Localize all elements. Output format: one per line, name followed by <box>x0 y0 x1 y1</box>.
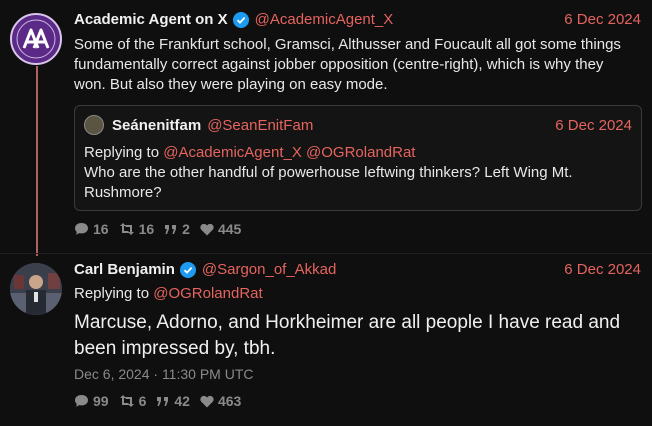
comment-icon <box>75 223 88 235</box>
quote-text-line: Rushmore? <box>84 184 162 201</box>
retweet-icon <box>119 395 134 407</box>
tweet-content: Marcuse, Adorno, and Horkheimer are all … <box>74 310 644 362</box>
tweet-text-line: won. But also they were playing on easy … <box>74 76 388 93</box>
like-stat[interactable]: 445 <box>200 221 241 237</box>
tweet-text-line: Marcuse, Adorno, and Horkheimer are all … <box>74 312 621 333</box>
comment-icon <box>75 395 88 407</box>
quote-header: Seánenitfam @SeanEnitFam <box>84 115 313 135</box>
quoted-tweet[interactable]: Seánenitfam @SeanEnitFam 6 Dec 2024 Repl… <box>74 105 642 211</box>
retweet-stat[interactable]: 6 <box>119 393 147 409</box>
tweet-divider <box>0 253 652 254</box>
reply-count: 16 <box>93 221 109 237</box>
quote-text-line: Who are the other handful of powerhouse … <box>84 164 573 181</box>
retweet-icon <box>119 223 134 235</box>
quote-replying-to: Replying to @AcademicAgent_X @OGRolandRa… <box>84 143 415 163</box>
author-name[interactable]: Carl Benjamin <box>74 261 175 278</box>
carl-benjamin-avatar-icon <box>10 263 62 315</box>
author-handle[interactable]: @Sargon_of_Akkad <box>202 261 336 278</box>
quote-count: 42 <box>174 393 190 409</box>
quote-icon <box>165 224 177 234</box>
tweet-text-line: been impressed by, tbh. <box>74 338 276 359</box>
heart-icon <box>200 223 214 235</box>
tweet-header: Academic Agent on X @AcademicAgent_X <box>74 11 393 28</box>
quote-text: Who are the other handful of powerhouse … <box>84 163 634 203</box>
quote-stat[interactable]: 42 <box>156 393 190 409</box>
replying-to-link[interactable]: @OGRolandRat <box>153 285 262 302</box>
replying-to-link[interactable]: @OGRolandRat <box>306 144 415 161</box>
thread-line <box>36 66 38 256</box>
like-stat[interactable]: 463 <box>200 393 241 409</box>
avatar[interactable] <box>10 13 62 65</box>
tweet-stats: 99 6 42 463 <box>74 393 251 409</box>
retweet-count: 16 <box>138 221 155 237</box>
replying-to-link[interactable]: @AcademicAgent_X <box>163 144 302 161</box>
heart-icon <box>200 395 214 407</box>
tweet-date[interactable]: 6 Dec 2024 <box>564 261 641 278</box>
reply-stat[interactable]: 16 <box>74 221 109 237</box>
author-handle[interactable]: @AcademicAgent_X <box>255 11 394 28</box>
like-count: 463 <box>217 393 242 409</box>
retweet-count: 6 <box>138 393 147 409</box>
reply-stat[interactable]: 99 <box>74 393 109 409</box>
replying-to-label: Replying to <box>74 285 150 302</box>
quote-stat[interactable]: 2 <box>164 221 190 237</box>
verified-badge-icon <box>179 261 196 278</box>
quote-author-name[interactable]: Seánenitfam <box>112 117 201 134</box>
quote-avatar[interactable] <box>84 115 104 135</box>
tweet-text-line: fundamentally correct against jobber opp… <box>74 56 604 73</box>
quote-icon <box>157 396 169 406</box>
like-count: 445 <box>217 221 242 237</box>
quote-date[interactable]: 6 Dec 2024 <box>555 117 632 134</box>
tweet-timestamp[interactable]: Dec 6, 2024 · 11:30 PM UTC <box>74 366 253 382</box>
verified-badge-icon <box>232 11 249 28</box>
reply-count: 99 <box>93 393 109 409</box>
tweet-header: Carl Benjamin @Sargon_of_Akkad <box>74 261 336 278</box>
replying-to: Replying to @OGRolandRat <box>74 284 263 304</box>
replying-to-label: Replying to <box>84 144 160 161</box>
tweet-stats: 16 16 2 445 <box>74 221 251 237</box>
academic-agent-logo-icon <box>16 19 56 59</box>
retweet-stat[interactable]: 16 <box>119 221 155 237</box>
avatar[interactable] <box>10 263 62 315</box>
tweet-text-line: Some of the Frankfurt school, Gramsci, A… <box>74 36 621 53</box>
quote-author-handle[interactable]: @SeanEnitFam <box>207 117 313 134</box>
author-name[interactable]: Academic Agent on X <box>74 11 228 28</box>
tweet-content: Some of the Frankfurt school, Gramsci, A… <box>74 35 644 95</box>
quote-count: 2 <box>182 221 190 237</box>
tweet-date[interactable]: 6 Dec 2024 <box>564 11 641 28</box>
